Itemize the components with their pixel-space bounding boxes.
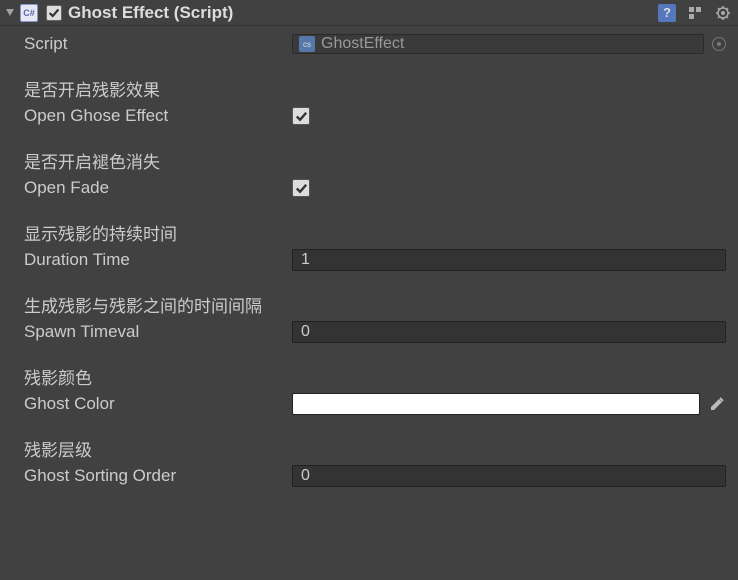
property-label: Open Ghose Effect (24, 106, 292, 126)
property-header-label: 残影层级 (24, 436, 292, 461)
script-value: GhostEffect (321, 35, 404, 53)
color-swatch[interactable] (292, 393, 700, 415)
property-number-input[interactable] (292, 249, 726, 271)
property-label: Ghost Color (24, 394, 292, 414)
inspector-content: Script cs GhostEffect 是否开启残影效果 Open Ghose… (0, 26, 738, 500)
script-row: Script cs GhostEffect (0, 30, 738, 58)
script-field[interactable]: cs GhostEffect (292, 34, 704, 54)
property-checkbox[interactable] (292, 179, 310, 197)
eyedropper-icon[interactable] (708, 395, 726, 413)
help-icon[interactable]: ? (658, 4, 676, 22)
property-header-row: 残影层级 (0, 434, 738, 462)
foldout-toggle[interactable] (6, 9, 14, 16)
property-header-row: 残影颜色 (0, 362, 738, 390)
property-header-label: 显示残影的持续时间 (24, 220, 292, 245)
property-label: Ghost Sorting Order (24, 466, 292, 486)
property-header-label: 生成残影与残影之间的时间间隔 (24, 292, 292, 317)
csharp-icon: C# (20, 4, 38, 22)
property-label: Open Fade (24, 178, 292, 198)
component-header: C# Ghost Effect (Script) ? (0, 0, 738, 26)
property-label: Duration Time (24, 250, 292, 270)
component-enabled-checkbox[interactable] (46, 5, 62, 21)
property-number-input[interactable] (292, 465, 726, 487)
property-header-row: 是否开启褪色消失 (0, 146, 738, 174)
property-row: Open Fade (0, 174, 738, 202)
script-asset-icon: cs (299, 36, 315, 52)
property-header-row: 生成残影与残影之间的时间间隔 (0, 290, 738, 318)
property-header-label: 是否开启残影效果 (24, 76, 292, 101)
property-row: Ghost Color (0, 390, 738, 418)
gear-icon[interactable] (714, 4, 732, 22)
property-header-label: 是否开启褪色消失 (24, 148, 292, 173)
property-row: Duration Time (0, 246, 738, 274)
object-picker-icon[interactable] (712, 37, 726, 51)
property-row: Open Ghose Effect (0, 102, 738, 130)
property-checkbox[interactable] (292, 107, 310, 125)
property-header-label: 残影颜色 (24, 364, 292, 389)
component-title: Ghost Effect (Script) (68, 3, 658, 23)
property-label: Spawn Timeval (24, 322, 292, 342)
script-label: Script (24, 34, 292, 54)
preset-icon[interactable] (686, 4, 704, 22)
property-number-input[interactable] (292, 321, 726, 343)
property-header-row: 是否开启残影效果 (0, 74, 738, 102)
property-header-row: 显示残影的持续时间 (0, 218, 738, 246)
property-row: Spawn Timeval (0, 318, 738, 346)
color-field (292, 393, 726, 415)
property-row: Ghost Sorting Order (0, 462, 738, 490)
